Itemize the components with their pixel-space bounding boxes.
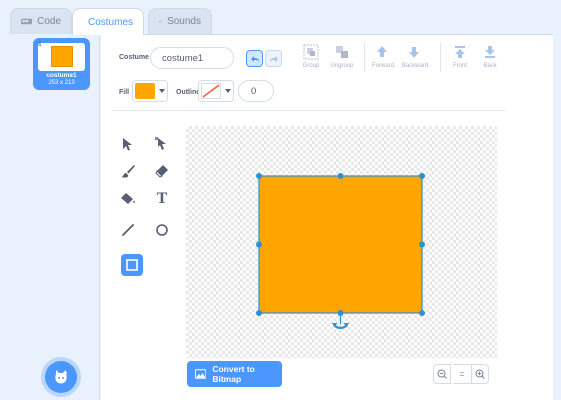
- outline-label: Outline: [176, 89, 201, 96]
- zoom-reset-button[interactable]: =: [453, 364, 471, 384]
- front-icon[interactable]: [453, 45, 467, 64]
- text-tool[interactable]: T: [151, 188, 173, 210]
- tab-costumes-label: Costumes: [88, 16, 134, 28]
- costume-thumbnail: [51, 46, 73, 67]
- line-tool[interactable]: [117, 219, 139, 241]
- fill-bucket-icon: [121, 193, 135, 204]
- backward-icon[interactable]: [407, 45, 421, 64]
- reshape-tool[interactable]: [151, 133, 173, 155]
- fill-swatch: [135, 83, 155, 99]
- resize-handle[interactable]: [256, 310, 262, 316]
- convert-to-bitmap-button[interactable]: Convert to Bitmap: [187, 361, 282, 387]
- resize-handle[interactable]: [256, 173, 262, 179]
- redo-icon: [269, 55, 278, 62]
- tab-sounds[interactable]: Sounds: [148, 8, 212, 34]
- back-icon[interactable]: [483, 45, 497, 64]
- zoom-reset-label: =: [459, 369, 465, 379]
- circle-tool[interactable]: [151, 219, 173, 241]
- backward-button-label: Backward: [401, 63, 429, 69]
- resize-handle[interactable]: [419, 173, 425, 179]
- rectangle-tool[interactable]: [121, 254, 143, 276]
- convert-to-bitmap-label: Convert to Bitmap: [212, 364, 255, 384]
- toolbar-separator: [112, 110, 506, 111]
- outline-color-picker[interactable]: [198, 80, 234, 102]
- canvas-shapes: [256, 173, 425, 330]
- line-icon: [122, 224, 134, 236]
- select-arrow-icon: [123, 138, 132, 151]
- reshape-icon: [155, 137, 166, 150]
- costume-name-input[interactable]: costume1: [150, 47, 234, 69]
- tab-sounds-label: Sounds: [167, 16, 201, 27]
- costume-card[interactable]: 1 costume1 253 x 213: [33, 38, 90, 90]
- tab-code-label: Code: [37, 16, 61, 27]
- group-icon[interactable]: [303, 44, 319, 65]
- undo-icon: [250, 55, 259, 62]
- rectangle-icon: [126, 259, 138, 271]
- add-costume-button[interactable]: [45, 361, 77, 393]
- fill-tool[interactable]: [117, 188, 139, 210]
- code-icon: [21, 18, 33, 25]
- toolbar-divider-2: [440, 42, 441, 72]
- tab-costumes[interactable]: Costumes: [72, 8, 144, 35]
- no-outline-swatch-icon: [201, 83, 221, 99]
- resize-handle[interactable]: [337, 310, 344, 316]
- ungroup-button-label: Ungroup: [330, 63, 354, 69]
- undo-button[interactable]: [246, 50, 263, 67]
- cat-add-icon: [55, 370, 67, 384]
- zoom-out-icon: [437, 369, 447, 379]
- orange-rectangle-shape[interactable]: [259, 176, 422, 313]
- eraser-tool[interactable]: [151, 160, 173, 182]
- front-button-label: Front: [452, 63, 467, 69]
- eraser-icon: [155, 165, 168, 178]
- zoom-out-button[interactable]: [433, 364, 451, 384]
- outline-width-input[interactable]: 0: [238, 80, 274, 102]
- circle-icon: [156, 224, 168, 236]
- toolbar-divider: [364, 42, 365, 72]
- back-button-label: Back: [483, 63, 497, 69]
- forward-icon[interactable]: [375, 45, 389, 64]
- fill-color-picker[interactable]: [132, 80, 168, 102]
- costume-label: Costume: [119, 54, 149, 61]
- zoom-in-icon: [475, 369, 485, 379]
- zoom-in-button[interactable]: [471, 364, 489, 384]
- brush-icon: [121, 165, 135, 178]
- redo-button[interactable]: [265, 50, 282, 67]
- text-icon: T: [156, 190, 168, 207]
- resize-handle[interactable]: [256, 241, 262, 248]
- chevron-down-icon: [159, 89, 165, 93]
- select-tool[interactable]: [117, 133, 139, 155]
- fill-label: Fill: [119, 89, 130, 96]
- resize-handle[interactable]: [419, 310, 425, 316]
- bitmap-icon: [195, 369, 207, 379]
- ungroup-icon[interactable]: [334, 44, 350, 65]
- group-button-label: Group: [302, 63, 320, 69]
- costume-size: 253 x 213: [48, 80, 75, 86]
- costume-name: costume1: [46, 72, 77, 79]
- costume-number: 1: [38, 41, 42, 48]
- speaker-icon: [159, 20, 162, 23]
- resize-handle[interactable]: [337, 173, 344, 179]
- chevron-down-icon: [225, 89, 231, 93]
- resize-handle[interactable]: [419, 241, 425, 248]
- brush-tool[interactable]: [117, 160, 139, 182]
- forward-button-label: Forward: [371, 63, 394, 69]
- tab-code[interactable]: Code: [10, 8, 72, 34]
